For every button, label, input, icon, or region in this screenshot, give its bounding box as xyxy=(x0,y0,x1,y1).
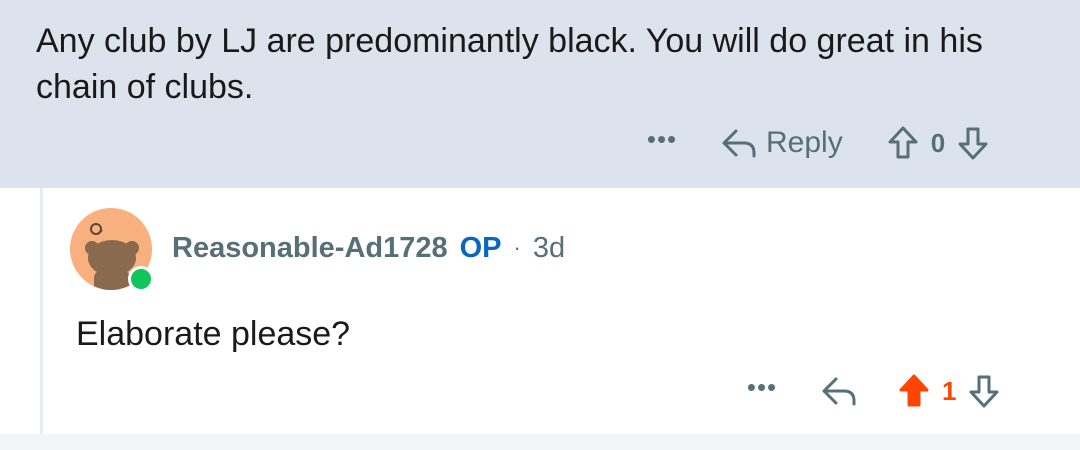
upvote-button[interactable] xyxy=(898,373,930,409)
reply-button[interactable]: Reply xyxy=(720,126,843,160)
parent-comment-body: Any club by LJ are predominantly black. … xyxy=(36,22,983,106)
username-link[interactable]: Reasonable-Ad1728 xyxy=(172,232,448,265)
op-badge: OP xyxy=(459,231,502,264)
thread-line[interactable] xyxy=(40,188,43,434)
reply-arrow-icon xyxy=(720,126,758,160)
vote-score: 0 xyxy=(930,127,946,158)
parent-comment-actions: ••• Reply 0 xyxy=(640,118,989,168)
upvote-button[interactable] xyxy=(887,125,919,161)
more-options-button[interactable]: ••• xyxy=(740,374,784,405)
vote-controls: 0 xyxy=(887,125,989,161)
reply-label: Reply xyxy=(766,126,843,159)
more-options-button[interactable]: ••• xyxy=(640,126,684,157)
meta-separator: · xyxy=(513,235,521,260)
online-status-indicator xyxy=(128,266,154,292)
reply-comment-body: Elaborate please? xyxy=(76,315,351,353)
arrow-down-outline-icon xyxy=(969,375,999,408)
reply-arrow-icon xyxy=(820,374,858,408)
vote-score: 1 xyxy=(942,375,957,406)
arrow-up-filled-icon xyxy=(899,374,929,407)
arrow-up-outline-icon xyxy=(888,126,918,159)
downvote-button[interactable] xyxy=(957,125,989,161)
downvote-button[interactable] xyxy=(968,373,1000,409)
reply-button[interactable] xyxy=(820,374,858,408)
parent-comment: Any club by LJ are predominantly black. … xyxy=(0,0,1080,188)
comment-header: Reasonable-Ad1728 OP · 3d xyxy=(172,228,565,268)
vote-controls: 1 xyxy=(898,373,1000,409)
bottom-divider xyxy=(0,434,1080,450)
arrow-down-outline-icon xyxy=(958,127,988,160)
reply-comment-actions: ••• 1 xyxy=(740,366,1000,416)
comment-age: 3d xyxy=(532,231,566,264)
